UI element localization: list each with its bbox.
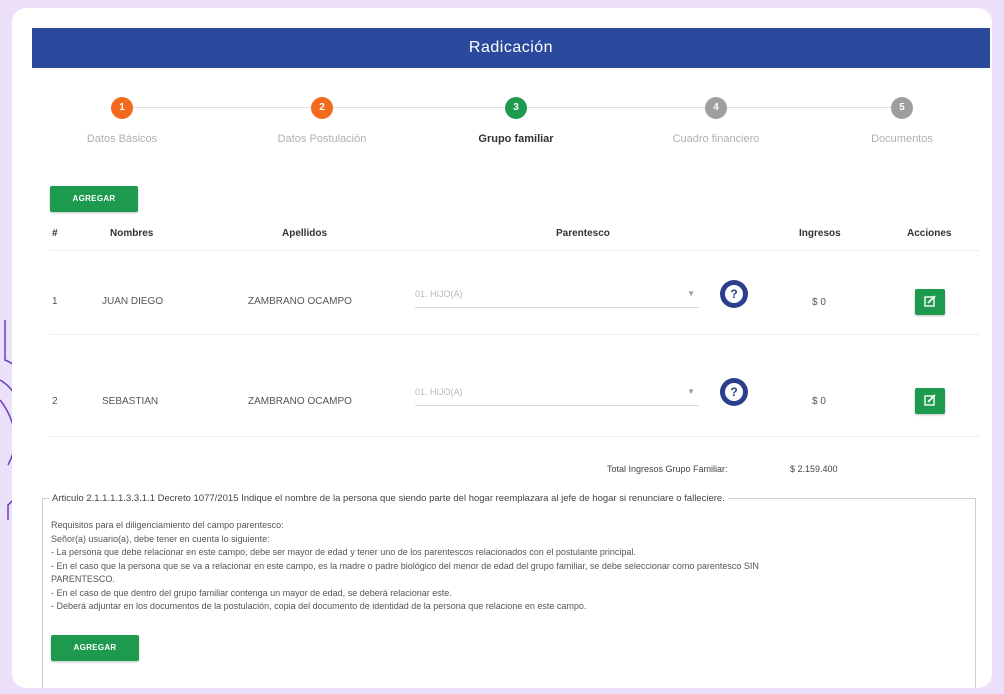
row-1-num: 1: [52, 296, 58, 307]
step-number-4: 4: [705, 97, 727, 119]
row-1-ingresos: $ 0: [812, 297, 826, 308]
total-ingresos-label: Total Ingresos Grupo Familiar:: [607, 464, 728, 474]
caret-down-icon: ▼: [687, 289, 695, 298]
requirement-line: - Deberá adjuntar en los documentos de l…: [51, 601, 587, 611]
col-header-ingresos: Ingresos: [799, 228, 841, 239]
main-card: Radicación 1 Datos Básicos 2 Datos Postu…: [12, 8, 992, 688]
col-header-apellidos: Apellidos: [282, 228, 328, 239]
row-1-parentesco-select[interactable]: 01. HIJO(A) ▼: [415, 286, 699, 308]
col-header-acciones: Acciones: [907, 228, 952, 239]
help-icon[interactable]: ?: [720, 280, 748, 308]
requirements-fieldset: Articulo 2.1.1.1.1.3.3.1.1 Decreto 1077/…: [42, 493, 976, 688]
add-member-button[interactable]: AGREGAR: [50, 186, 138, 212]
step-label: Datos Básicos: [86, 133, 158, 145]
step-number-2: 2: [311, 97, 333, 119]
row-1-nombres: JUAN DIEGO: [102, 296, 164, 307]
step-number-3: 3: [505, 97, 527, 119]
row-2-edit-button[interactable]: [915, 388, 945, 414]
col-header-nombres: Nombres: [110, 228, 154, 239]
edit-icon: [924, 394, 936, 406]
caret-down-icon: ▼: [687, 387, 695, 396]
page-title: Radicación: [32, 28, 990, 68]
row-2-nombres: SEBASTIAN: [102, 396, 159, 407]
col-header-num: #: [52, 228, 58, 239]
row-divider: [50, 334, 980, 335]
requirement-line: - En el caso que la persona que se va a …: [51, 560, 759, 571]
step-datos-basicos[interactable]: 1 Datos Básicos: [32, 94, 212, 145]
step-number-1: 1: [111, 97, 133, 119]
row-2-ingresos: $ 0: [812, 396, 826, 407]
requirement-line: - En el caso de que dentro del grupo fam…: [51, 587, 452, 598]
requirement-line: - La persona que debe relacionar en este…: [51, 547, 636, 557]
header-divider: [50, 250, 980, 251]
requirement-line: Requisitos para el diligenciamiento del …: [51, 520, 284, 530]
requirements-body: Requisitos para el diligenciamiento del …: [51, 519, 951, 614]
step-cuadro-financiero[interactable]: 4 Cuadro financiero: [626, 94, 806, 145]
row-divider: [50, 436, 980, 437]
select-value: 01. HIJO(A): [415, 387, 463, 397]
row-2-num: 2: [52, 396, 58, 407]
col-header-parentesco: Parentesco: [556, 228, 610, 239]
edit-icon: [924, 295, 936, 307]
help-icon[interactable]: ?: [720, 378, 748, 406]
row-2-apellidos: ZAMBRANO OCAMPO: [248, 396, 352, 407]
step-number-5: 5: [891, 97, 913, 119]
step-label: Cuadro financiero: [672, 133, 760, 145]
requirement-line: Señor(a) usuario(a), debe tener en cuent…: [51, 533, 270, 544]
row-1-apellidos: ZAMBRANO OCAMPO: [248, 296, 352, 307]
total-ingresos-value: $ 2.159.400: [790, 464, 838, 474]
add-button-bottom[interactable]: AGREGAR: [51, 635, 139, 661]
step-grupo-familiar[interactable]: 3 Grupo familiar: [426, 94, 606, 145]
requirements-legend: Articulo 2.1.1.1.1.3.3.1.1 Decreto 1077/…: [49, 493, 728, 504]
stepper: 1 Datos Básicos 2 Datos Postulación 3 Gr…: [32, 94, 990, 164]
step-documentos[interactable]: 5 Documentos: [812, 94, 992, 145]
requirement-line: PARENTESCO.: [51, 574, 115, 584]
step-datos-postulacion[interactable]: 2 Datos Postulación: [232, 94, 412, 145]
step-label: Grupo familiar: [478, 133, 554, 145]
select-value: 01. HIJO(A): [415, 289, 463, 299]
step-label: Documentos: [871, 133, 933, 145]
row-1-edit-button[interactable]: [915, 289, 945, 315]
step-label: Datos Postulación: [277, 133, 367, 145]
row-2-parentesco-select[interactable]: 01. HIJO(A) ▼: [415, 384, 699, 406]
